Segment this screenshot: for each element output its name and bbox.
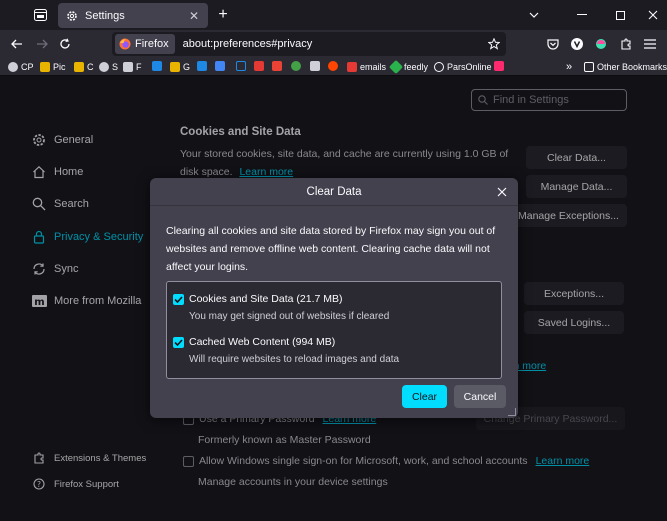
back-arrow-icon bbox=[11, 39, 22, 49]
gear-bookmark-icon[interactable] bbox=[291, 61, 301, 71]
tab-settings[interactable]: Settings ✕ bbox=[58, 3, 208, 28]
reload-icon bbox=[60, 38, 70, 49]
minimize-icon bbox=[577, 14, 587, 15]
dialog-close-button[interactable] bbox=[494, 184, 510, 200]
pocket-icon bbox=[547, 38, 559, 50]
extension-button[interactable] bbox=[591, 34, 611, 54]
bookmark-item[interactable]: ParsOnline bbox=[434, 59, 492, 74]
close-tab-icon[interactable]: ✕ bbox=[186, 8, 202, 24]
navigation-toolbar: Firefox about:preferences#privacy bbox=[0, 30, 667, 57]
cached-content-option[interactable]: Cached Web Content (994 MB) bbox=[173, 336, 335, 348]
bookmark-item[interactable]: S bbox=[99, 59, 118, 74]
gmail-icon[interactable] bbox=[272, 61, 282, 71]
bookmark-item[interactable]: CP bbox=[8, 59, 34, 74]
cookies-site-data-option[interactable]: Cookies and Site Data (21.7 MB) bbox=[173, 293, 343, 305]
pocket-button[interactable] bbox=[543, 34, 563, 54]
cookies-site-data-desc: You may get signed out of websites if cl… bbox=[189, 311, 390, 322]
hamburger-icon bbox=[644, 39, 656, 49]
bars-icon bbox=[123, 61, 133, 72]
forward-button[interactable] bbox=[32, 34, 52, 54]
close-icon bbox=[497, 187, 507, 197]
trend-icon[interactable] bbox=[152, 61, 162, 71]
bookmarks-toolbar: CP Pic C S F G emails feedly ParsOnline … bbox=[0, 57, 667, 76]
maximize-button[interactable] bbox=[610, 6, 630, 24]
firefox-view-button[interactable] bbox=[30, 6, 50, 24]
account-avatar-icon bbox=[571, 38, 583, 50]
url-bar[interactable]: Firefox about:preferences#privacy bbox=[112, 32, 506, 56]
c-icon bbox=[74, 61, 84, 72]
clear-options-box: Cookies and Site Data (21.7 MB) You may … bbox=[166, 281, 502, 379]
other-bookmarks[interactable]: Other Bookmarks bbox=[584, 59, 667, 74]
pic-icon bbox=[40, 61, 50, 72]
bookmark-star-button[interactable] bbox=[484, 34, 504, 54]
chevron-down-icon bbox=[529, 12, 539, 18]
tab-title: Settings bbox=[85, 9, 125, 22]
firefox-view-icon bbox=[33, 9, 47, 21]
back-button[interactable] bbox=[7, 34, 27, 54]
doc-icon[interactable] bbox=[310, 61, 320, 71]
cached-content-label: Cached Web Content (994 MB) bbox=[189, 336, 336, 348]
chart-icon[interactable] bbox=[254, 61, 264, 71]
new-tab-button[interactable]: + bbox=[214, 6, 232, 24]
reload-button[interactable] bbox=[55, 34, 75, 54]
bookmark-item[interactable]: Pic bbox=[40, 59, 66, 74]
folder-icon bbox=[584, 61, 594, 72]
bookmarks-overflow-button[interactable]: » bbox=[566, 59, 572, 74]
photo-icon[interactable] bbox=[215, 61, 225, 71]
firefox-logo-icon bbox=[119, 38, 131, 50]
dialog-title: Clear Data bbox=[306, 185, 362, 198]
extensions-button[interactable] bbox=[616, 34, 636, 54]
g-icon bbox=[170, 61, 180, 72]
paw-icon bbox=[8, 61, 18, 72]
resize-grip[interactable] bbox=[508, 408, 516, 416]
forward-arrow-icon bbox=[37, 39, 48, 49]
feedly-icon bbox=[388, 59, 404, 74]
pink-bookmark-icon[interactable] bbox=[494, 61, 504, 71]
trello-icon[interactable] bbox=[197, 61, 207, 71]
tab-strip: Settings ✕ + bbox=[0, 0, 667, 30]
url-text[interactable]: about:preferences#privacy bbox=[183, 38, 484, 50]
globe-icon bbox=[434, 61, 444, 72]
app-menu-button[interactable] bbox=[640, 34, 660, 54]
dialog-header: Clear Data bbox=[150, 178, 518, 206]
extension-color-icon bbox=[596, 39, 606, 49]
star-icon bbox=[488, 38, 500, 50]
maximize-icon bbox=[615, 10, 625, 20]
clear-data-dialog: Clear Data Clearing all cookies and site… bbox=[150, 178, 518, 418]
identity-box[interactable]: Firefox bbox=[115, 34, 175, 54]
cached-content-desc: Will require websites to reload images a… bbox=[189, 354, 400, 365]
close-icon bbox=[648, 10, 658, 20]
minimize-button[interactable] bbox=[572, 6, 592, 24]
mail-stack-icon bbox=[347, 61, 357, 72]
clear-button[interactable]: Clear bbox=[402, 385, 447, 408]
list-all-tabs-button[interactable] bbox=[524, 6, 544, 24]
bookmark-item[interactable]: C bbox=[74, 59, 94, 74]
account-button[interactable] bbox=[567, 34, 587, 54]
close-window-button[interactable] bbox=[643, 6, 663, 24]
gear-icon bbox=[65, 9, 79, 23]
bookmark-item[interactable]: feedly bbox=[388, 59, 428, 74]
cancel-button[interactable]: Cancel bbox=[454, 385, 506, 408]
checkmark-icon bbox=[174, 295, 183, 303]
bookmark-item[interactable]: G bbox=[170, 59, 190, 74]
dialog-description: Clearing all cookies and site data store… bbox=[166, 225, 496, 273]
puzzle-icon bbox=[621, 38, 631, 50]
reddit-icon[interactable] bbox=[328, 61, 338, 71]
cookies-site-data-label: Cookies and Site Data (21.7 MB) bbox=[189, 293, 343, 305]
cached-content-checkbox[interactable] bbox=[173, 336, 184, 348]
checkmark-icon bbox=[174, 338, 183, 346]
m-icon[interactable] bbox=[236, 61, 246, 71]
bookmark-item[interactable]: F bbox=[123, 59, 142, 74]
bookmark-item[interactable]: emails bbox=[347, 59, 386, 74]
cookies-site-data-checkbox[interactable] bbox=[173, 293, 184, 305]
s-icon bbox=[99, 61, 109, 72]
identity-label: Firefox bbox=[135, 38, 169, 50]
